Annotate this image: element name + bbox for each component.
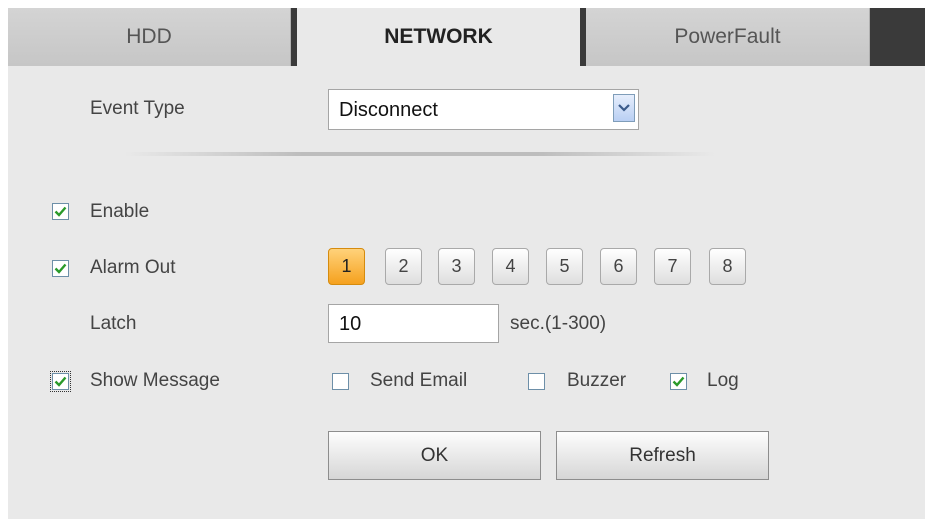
show-message-label: Show Message <box>90 370 220 391</box>
buzzer-checkbox[interactable] <box>528 373 545 390</box>
alarm-channel-8[interactable]: 8 <box>709 248 746 285</box>
section-divider <box>125 152 715 156</box>
latch-value: 10 <box>339 313 362 335</box>
log-checkbox[interactable] <box>670 373 687 390</box>
alarm-channel-6[interactable]: 6 <box>600 248 637 285</box>
show-message-checkbox[interactable] <box>50 371 71 392</box>
latch-label: Latch <box>90 313 137 334</box>
enable-label: Enable <box>90 201 150 222</box>
check-icon <box>54 263 67 274</box>
event-type-label: Event Type <box>90 98 185 119</box>
latch-unit-label: sec.(1-300) <box>510 313 607 334</box>
event-type-select[interactable]: Disconnect <box>328 89 639 130</box>
alarm-channel-3[interactable]: 3 <box>438 248 475 285</box>
event-type-value: Disconnect <box>339 99 438 121</box>
send-email-checkbox[interactable] <box>332 373 349 390</box>
alarm-channel-1[interactable]: 1 <box>328 248 365 285</box>
enable-checkbox[interactable] <box>52 203 69 220</box>
alarm-channel-4[interactable]: 4 <box>492 248 529 285</box>
check-icon <box>54 376 67 387</box>
log-label: Log <box>707 370 739 391</box>
alarm-out-label: Alarm Out <box>90 257 176 278</box>
tab-powerfault[interactable]: PowerFault <box>586 8 870 66</box>
tab-network[interactable]: NETWORK <box>297 8 580 66</box>
alarm-out-checkbox[interactable] <box>52 260 69 277</box>
latch-input[interactable]: 10 <box>328 304 499 343</box>
alarm-channel-7[interactable]: 7 <box>654 248 691 285</box>
chevron-down-icon[interactable] <box>613 94 635 122</box>
send-email-label: Send Email <box>370 370 468 391</box>
alarm-channel-2[interactable]: 2 <box>385 248 422 285</box>
check-icon <box>672 376 685 387</box>
ok-button[interactable]: OK <box>328 431 541 480</box>
buzzer-label: Buzzer <box>567 370 627 391</box>
check-icon <box>54 206 67 217</box>
tab-hdd[interactable]: HDD <box>8 8 291 66</box>
refresh-button[interactable]: Refresh <box>556 431 769 480</box>
alarm-channel-5[interactable]: 5 <box>546 248 583 285</box>
